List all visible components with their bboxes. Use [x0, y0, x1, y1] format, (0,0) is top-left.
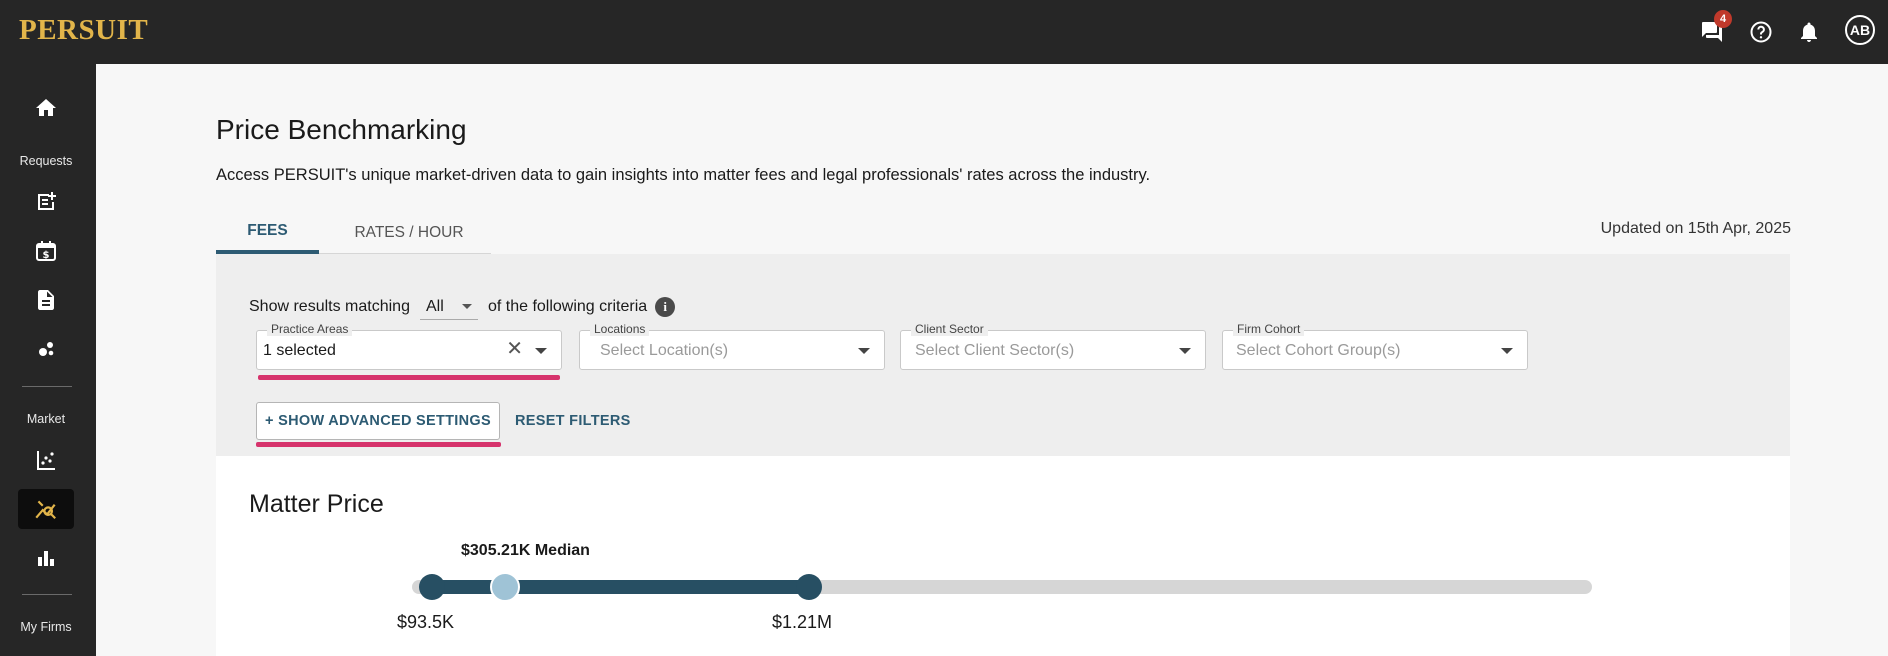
practice-areas-select[interactable]: Practice Areas 1 selected ✕ [256, 322, 562, 370]
chevron-down-icon [461, 304, 472, 309]
matter-price-card: Matter Price $305.21K Median $93.5K $1.2… [216, 456, 1790, 656]
median-price-thumb[interactable] [490, 572, 520, 602]
chevron-down-icon [1179, 348, 1191, 354]
sidebar-divider [22, 594, 72, 595]
updated-date: Updated on 15th Apr, 2025 [1600, 220, 1791, 237]
firm-cohort-label: Firm Cohort [1233, 322, 1305, 336]
info-icon[interactable]: i [655, 297, 676, 317]
tab-rates-hour[interactable]: RATES / HOUR [334, 212, 484, 254]
match-select-value: All [425, 297, 444, 315]
tab-bar: FEES RATES / HOUR [216, 212, 491, 254]
highlight-underline [258, 375, 560, 380]
client-sector-select[interactable]: Client Sector Select Client Sector(s) [900, 322, 1206, 370]
new-request-icon[interactable] [18, 182, 74, 222]
bubbles-icon[interactable] [18, 329, 74, 369]
sidebar-section-market: Market [26, 412, 66, 426]
tab-fees[interactable]: FEES [216, 212, 319, 254]
show-advanced-settings-button[interactable]: + SHOW ADVANCED SETTINGS [256, 402, 500, 440]
user-avatar[interactable]: AB [1845, 15, 1875, 45]
top-bar: PERSUIT 4 AB [0, 0, 1888, 64]
scatter-chart-icon[interactable] [18, 440, 74, 480]
sidebar-divider [22, 386, 72, 387]
min-price-thumb[interactable] [419, 574, 445, 600]
persuit-logo[interactable]: PERSUIT [19, 14, 148, 47]
bar-chart-icon[interactable] [18, 538, 74, 578]
page-title: Price Benchmarking [216, 114, 467, 145]
sidebar-section-my-firms: My Firms [20, 620, 72, 634]
criteria-prefix: Show results matching [249, 298, 410, 315]
practice-areas-label: Practice Areas [267, 322, 353, 336]
chevron-down-icon [1501, 348, 1513, 354]
price-slider-range [432, 580, 807, 594]
clear-icon[interactable]: ✕ [506, 339, 523, 359]
locations-placeholder: Select Location(s) [600, 342, 729, 359]
highlight-underline [256, 442, 501, 447]
price-benchmark-icon[interactable] [18, 489, 74, 529]
help-icon[interactable] [1745, 16, 1777, 48]
reset-filters-button[interactable]: RESET FILTERS [515, 402, 631, 440]
match-select[interactable]: All [419, 294, 478, 320]
document-icon[interactable] [18, 280, 74, 320]
sidebar: Requests $ Market My Firms [0, 64, 96, 656]
filter-panel: Show results matching All of the followi… [216, 254, 1790, 456]
calendar-dollar-icon[interactable]: $ [18, 231, 74, 271]
messages-badge: 4 [1714, 10, 1732, 28]
notifications-icon[interactable] [1793, 16, 1825, 48]
criteria-suffix: of the following criteria [487, 298, 648, 315]
chevron-down-icon [535, 348, 547, 354]
svg-text:$: $ [43, 250, 50, 261]
messages-icon[interactable]: 4 [1696, 10, 1732, 48]
page-description: Access PERSUIT's unique market-driven da… [216, 166, 1151, 184]
practice-areas-value: 1 selected [263, 342, 336, 359]
max-price-thumb[interactable] [796, 574, 822, 600]
sidebar-section-requests: Requests [19, 154, 73, 168]
criteria-row: Show results matching All of the followi… [249, 294, 676, 320]
median-label: $305.21K Median [461, 542, 590, 559]
chevron-down-icon [858, 348, 870, 354]
client-sector-placeholder: Select Client Sector(s) [915, 342, 1075, 359]
matter-price-title: Matter Price [249, 490, 384, 518]
locations-label: Locations [590, 322, 650, 336]
firm-cohort-select[interactable]: Firm Cohort Select Cohort Group(s) [1222, 322, 1528, 370]
client-sector-label: Client Sector [911, 322, 988, 336]
firm-cohort-placeholder: Select Cohort Group(s) [1236, 342, 1401, 359]
min-price-label: $93.5K [397, 612, 455, 632]
home-icon[interactable] [18, 88, 74, 128]
max-price-label: $1.21M [772, 612, 833, 632]
locations-select[interactable]: Locations Select Location(s) [579, 322, 885, 370]
